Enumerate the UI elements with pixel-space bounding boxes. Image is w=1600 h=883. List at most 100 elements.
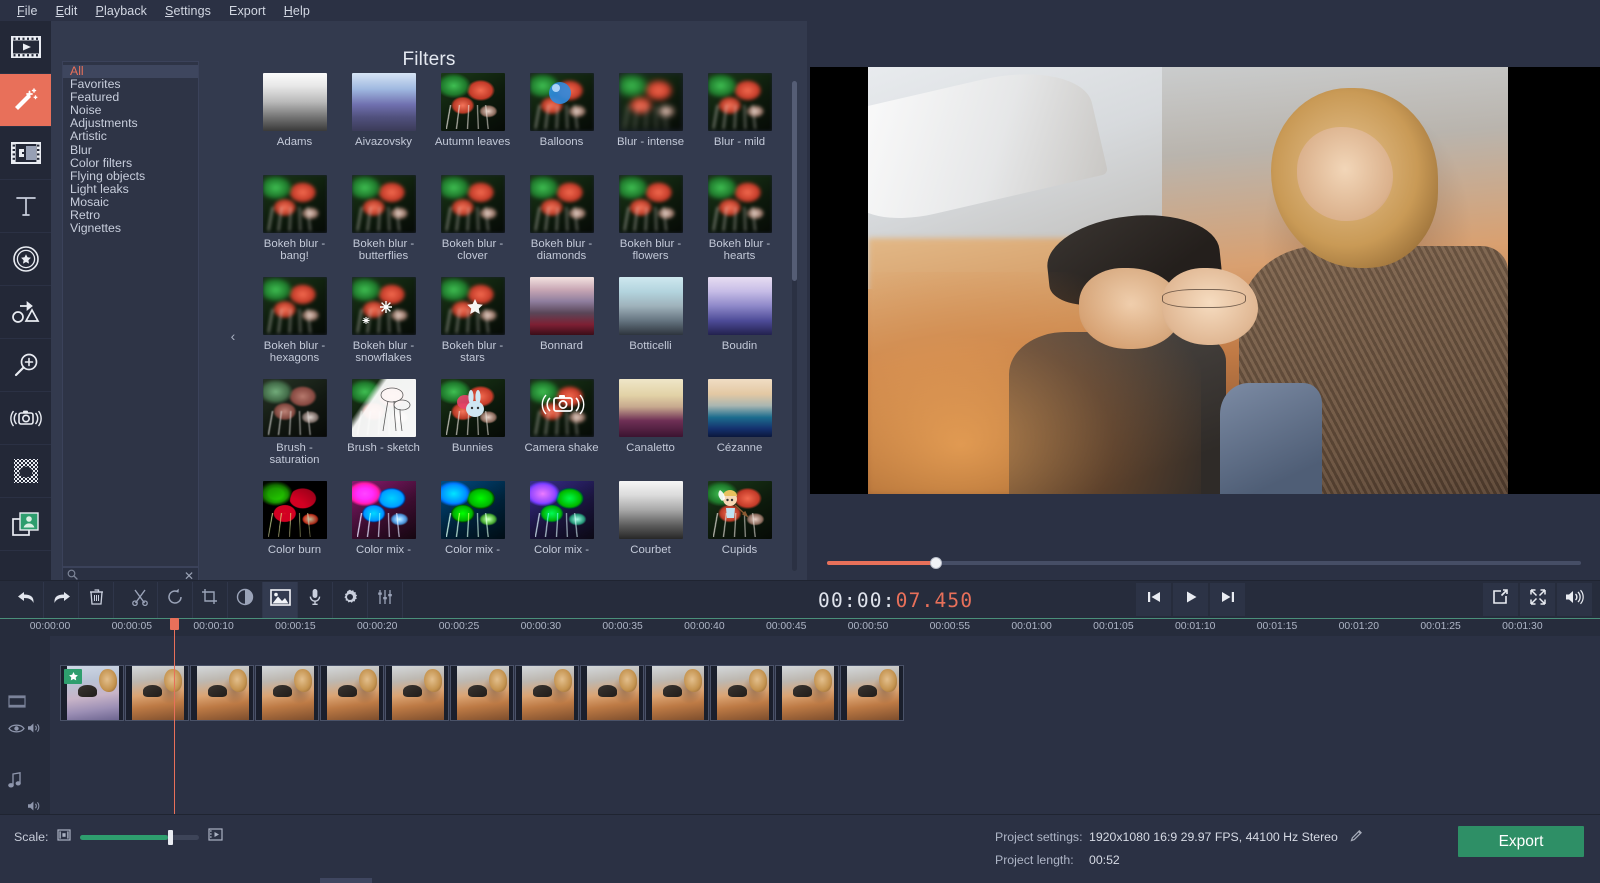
filter-item[interactable]: Brush - sketch xyxy=(339,379,428,481)
filter-item[interactable]: Adams xyxy=(250,73,339,175)
speaker-small-icon[interactable] xyxy=(27,721,42,739)
timeline-clip[interactable] xyxy=(645,665,709,721)
filter-item[interactable]: Balloons xyxy=(517,73,606,175)
filter-item[interactable]: Bokeh blur - hearts xyxy=(695,175,784,277)
timeline-clips-area[interactable] xyxy=(50,636,1600,814)
filter-item[interactable]: Bokeh blur - clover xyxy=(428,175,517,277)
fullscreen-button[interactable] xyxy=(1520,583,1555,616)
sidebar-item-chroma-key[interactable] xyxy=(0,445,51,498)
sidebar-item-stickers[interactable] xyxy=(0,233,51,286)
clip-properties-button[interactable] xyxy=(333,581,368,618)
pencil-icon[interactable] xyxy=(1350,829,1363,845)
filter-item[interactable]: Blur - intense xyxy=(606,73,695,175)
next-frame-button[interactable] xyxy=(1210,583,1245,616)
sidebar-item-titles[interactable] xyxy=(0,180,51,233)
filter-item[interactable]: Autumn leaves xyxy=(428,73,517,175)
filter-item[interactable]: Botticelli xyxy=(606,277,695,379)
filter-item[interactable]: Cézanne xyxy=(695,379,784,481)
filter-category-light-leaks[interactable]: Light leaks xyxy=(63,182,198,196)
timeline-clip[interactable] xyxy=(60,665,124,721)
filter-category-artistic[interactable]: Artistic xyxy=(63,130,198,143)
playhead[interactable] xyxy=(170,618,179,814)
filter-item[interactable]: Aivazovsky xyxy=(339,73,428,175)
filters-scrollbar[interactable] xyxy=(792,81,797,571)
horizontal-scrollbar[interactable] xyxy=(320,878,372,883)
timeline-clip[interactable] xyxy=(710,665,774,721)
filter-category-flying-objects[interactable]: Flying objects xyxy=(63,169,198,183)
audio-track-header[interactable] xyxy=(0,769,50,795)
sidebar-item-transitions[interactable] xyxy=(0,127,51,180)
crop-button[interactable] xyxy=(193,581,228,618)
undo-button[interactable] xyxy=(9,581,44,618)
video-track-toggles[interactable] xyxy=(0,717,50,743)
preview-seekbar[interactable] xyxy=(827,555,1581,571)
frame-small-icon[interactable] xyxy=(57,828,72,846)
filter-item[interactable]: Bokeh blur - hexagons xyxy=(250,277,339,379)
seek-track[interactable] xyxy=(827,557,1581,569)
filter-item[interactable]: Bunnies xyxy=(428,379,517,481)
timeline-clip[interactable] xyxy=(255,665,319,721)
redo-button[interactable] xyxy=(44,581,79,618)
filter-item[interactable]: Bokeh blur - diamonds xyxy=(517,175,606,277)
frame-large-icon[interactable] xyxy=(208,828,224,846)
filter-item[interactable]: Bokeh blur - flowers xyxy=(606,175,695,277)
menu-edit[interactable]: Edit xyxy=(47,2,87,20)
sidebar-item-filters[interactable] xyxy=(0,74,51,127)
sidebar-item-import-media[interactable] xyxy=(0,21,51,74)
previous-frame-button[interactable] xyxy=(1136,583,1171,616)
filter-item[interactable]: Brush - saturation xyxy=(250,379,339,481)
menu-file[interactable]: File xyxy=(8,2,47,20)
filter-item[interactable]: Bokeh blur - bang! xyxy=(250,175,339,277)
timeline-clip[interactable] xyxy=(320,665,384,721)
record-audio-button[interactable] xyxy=(298,581,333,618)
seek-handle[interactable] xyxy=(930,557,943,569)
menu-playback[interactable]: Playback xyxy=(87,2,157,20)
filter-item[interactable]: Color mix - xyxy=(428,481,517,581)
filter-item[interactable]: Bokeh blur - stars xyxy=(428,277,517,379)
filter-item[interactable]: Camera shake xyxy=(517,379,606,481)
timeline-ruler[interactable]: 00:00:00 00:00:05 00:00:10 00:00:15 00:00:20… xyxy=(0,618,1600,636)
play-button[interactable] xyxy=(1173,583,1208,616)
menu-settings[interactable]: Settings xyxy=(156,2,220,20)
sidebar-item-highlight-and-conceal[interactable] xyxy=(0,498,51,551)
filter-item[interactable]: Canaletto xyxy=(606,379,695,481)
eye-icon[interactable] xyxy=(8,721,25,739)
timeline-clip[interactable] xyxy=(515,665,579,721)
filters-button[interactable] xyxy=(263,581,298,618)
filter-item[interactable]: Color mix - xyxy=(339,481,428,581)
menu-export[interactable]: Export xyxy=(220,2,275,20)
delete-button[interactable] xyxy=(79,581,114,618)
filter-item[interactable]: Bokeh blur - snowflakes xyxy=(339,277,428,379)
timeline-clip[interactable] xyxy=(190,665,254,721)
timeline-clip[interactable] xyxy=(775,665,839,721)
filters-grid-scroll[interactable]: Adams Aivazovsky Autumn leaves Balloons Blur… xyxy=(211,73,791,581)
filter-item[interactable]: Color mix - xyxy=(517,481,606,581)
filter-category-list[interactable]: All Favorites Featured Noise Adjustments Arti… xyxy=(62,61,199,567)
current-timecode[interactable]: 00:00:07.450 xyxy=(818,589,973,612)
volume-button[interactable] xyxy=(1557,583,1592,616)
menu-help[interactable]: Help xyxy=(275,2,319,20)
filter-item[interactable]: Bokeh blur - butterflies xyxy=(339,175,428,277)
video-canvas[interactable] xyxy=(810,67,1600,494)
filter-item[interactable]: Courbet xyxy=(606,481,695,581)
filter-item[interactable]: Blur - mild xyxy=(695,73,784,175)
snapshot-button[interactable] xyxy=(1483,583,1518,616)
rotate-button[interactable] xyxy=(158,581,193,618)
playhead-knob[interactable] xyxy=(170,618,179,630)
export-button[interactable]: Export xyxy=(1458,826,1584,857)
filter-item[interactable]: Boudin xyxy=(695,277,784,379)
sidebar-item-stabilization[interactable] xyxy=(0,392,51,445)
video-track-header[interactable] xyxy=(0,691,50,717)
equalizer-button[interactable] xyxy=(368,581,403,618)
filter-category-blur[interactable]: Blur xyxy=(63,143,198,157)
split-button[interactable] xyxy=(123,581,158,618)
timeline-clip[interactable] xyxy=(450,665,514,721)
filter-item[interactable]: Bonnard xyxy=(517,277,606,379)
timeline-clip[interactable] xyxy=(580,665,644,721)
filter-category-vignettes[interactable]: Vignettes xyxy=(63,222,198,235)
timeline-clip[interactable] xyxy=(840,665,904,721)
color-adjust-button[interactable] xyxy=(228,581,263,618)
sidebar-item-animation[interactable] xyxy=(0,286,51,339)
scale-slider[interactable] xyxy=(80,829,200,845)
sidebar-item-pan-and-zoom[interactable] xyxy=(0,339,51,392)
